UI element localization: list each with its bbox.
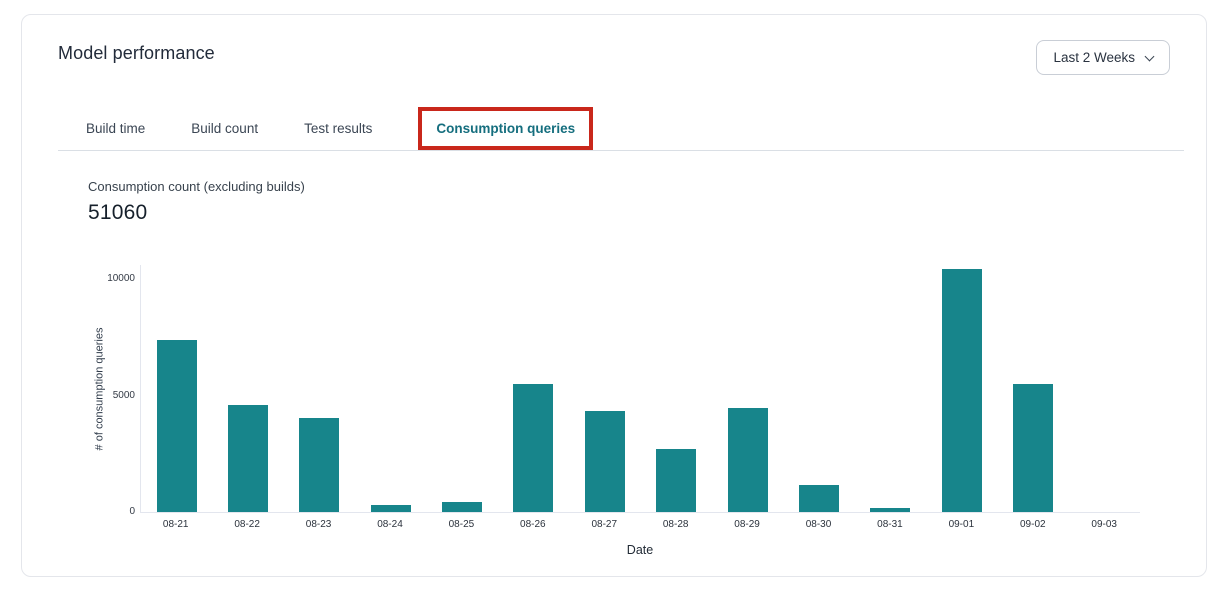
- bar-09-01[interactable]: [942, 269, 982, 513]
- metric-value: 51060: [88, 201, 1170, 225]
- metric-block: Consumption count (excluding builds) 510…: [88, 179, 1170, 225]
- bar-08-31[interactable]: [870, 508, 910, 512]
- bar-08-23[interactable]: [299, 418, 339, 512]
- plot-area: 0500010000: [140, 265, 1140, 513]
- bar-08-27[interactable]: [585, 411, 625, 512]
- x-tick-label: 08-28: [640, 519, 711, 530]
- x-tick-label: 08-27: [569, 519, 640, 530]
- time-range-label: Last 2 Weeks: [1053, 50, 1135, 65]
- x-tick-label: 08-24: [354, 519, 425, 530]
- tab-build-time[interactable]: Build time: [86, 121, 145, 136]
- bar-08-29[interactable]: [728, 408, 768, 512]
- bar-09-02[interactable]: [1013, 384, 1053, 512]
- time-range-dropdown[interactable]: Last 2 Weeks: [1036, 40, 1170, 75]
- x-tick-label: 08-29: [711, 519, 782, 530]
- bar-08-26[interactable]: [513, 384, 553, 512]
- bar-slot: [855, 265, 926, 512]
- bar-slot: [1069, 265, 1140, 512]
- red-annotation-box: Consumption queries: [418, 107, 593, 150]
- bar-08-28[interactable]: [656, 449, 696, 512]
- bar-08-30[interactable]: [799, 485, 839, 512]
- bar-08-21[interactable]: [157, 340, 197, 512]
- bar-slot: [284, 265, 355, 512]
- bar-08-25[interactable]: [442, 502, 482, 512]
- bar-slot: [141, 265, 212, 512]
- x-tick-label: 08-22: [211, 519, 282, 530]
- x-tick-label: 09-02: [997, 519, 1068, 530]
- bar-slot: [712, 265, 783, 512]
- y-tick-label: 5000: [93, 390, 135, 401]
- metric-label: Consumption count (excluding builds): [88, 179, 1170, 194]
- x-axis-labels: 08-2108-2208-2308-2408-2508-2608-2708-28…: [140, 519, 1140, 530]
- tab-test-results[interactable]: Test results: [304, 121, 372, 136]
- page-title: Model performance: [58, 43, 215, 64]
- bar-slot: [783, 265, 854, 512]
- tab-divider: [58, 150, 1184, 151]
- bar-slot: [212, 265, 283, 512]
- bar-slot: [641, 265, 712, 512]
- x-tick-label: 08-25: [426, 519, 497, 530]
- x-tick-label: 08-31: [854, 519, 925, 530]
- x-tick-label: 08-30: [783, 519, 854, 530]
- bar-slot: [997, 265, 1068, 512]
- bar-08-22[interactable]: [228, 405, 268, 512]
- model-performance-card: Model performance Last 2 Weeks Build tim…: [21, 14, 1207, 577]
- bar-slot: [426, 265, 497, 512]
- card-header: Model performance Last 2 Weeks: [58, 43, 1170, 75]
- y-tick-label: 10000: [93, 273, 135, 284]
- x-tick-label: 08-23: [283, 519, 354, 530]
- bar-slot: [498, 265, 569, 512]
- bar-slot: [569, 265, 640, 512]
- chevron-down-icon: [1145, 51, 1155, 61]
- tab-consumption-queries[interactable]: Consumption queries: [436, 121, 575, 136]
- tab-build-count[interactable]: Build count: [191, 121, 258, 136]
- bar-slot: [926, 265, 997, 512]
- x-tick-label: 09-01: [926, 519, 997, 530]
- bar-slot: [355, 265, 426, 512]
- x-axis-title: Date: [140, 543, 1140, 557]
- y-tick-label: 0: [93, 506, 135, 517]
- bar-08-24[interactable]: [371, 505, 411, 512]
- consumption-bar-chart: # of consumption queries 0500010000 08-2…: [58, 265, 1170, 575]
- x-tick-label: 08-21: [140, 519, 211, 530]
- x-tick-label: 09-03: [1068, 519, 1139, 530]
- tab-bar: Build time Build count Test results Cons…: [86, 107, 1170, 150]
- x-tick-label: 08-26: [497, 519, 568, 530]
